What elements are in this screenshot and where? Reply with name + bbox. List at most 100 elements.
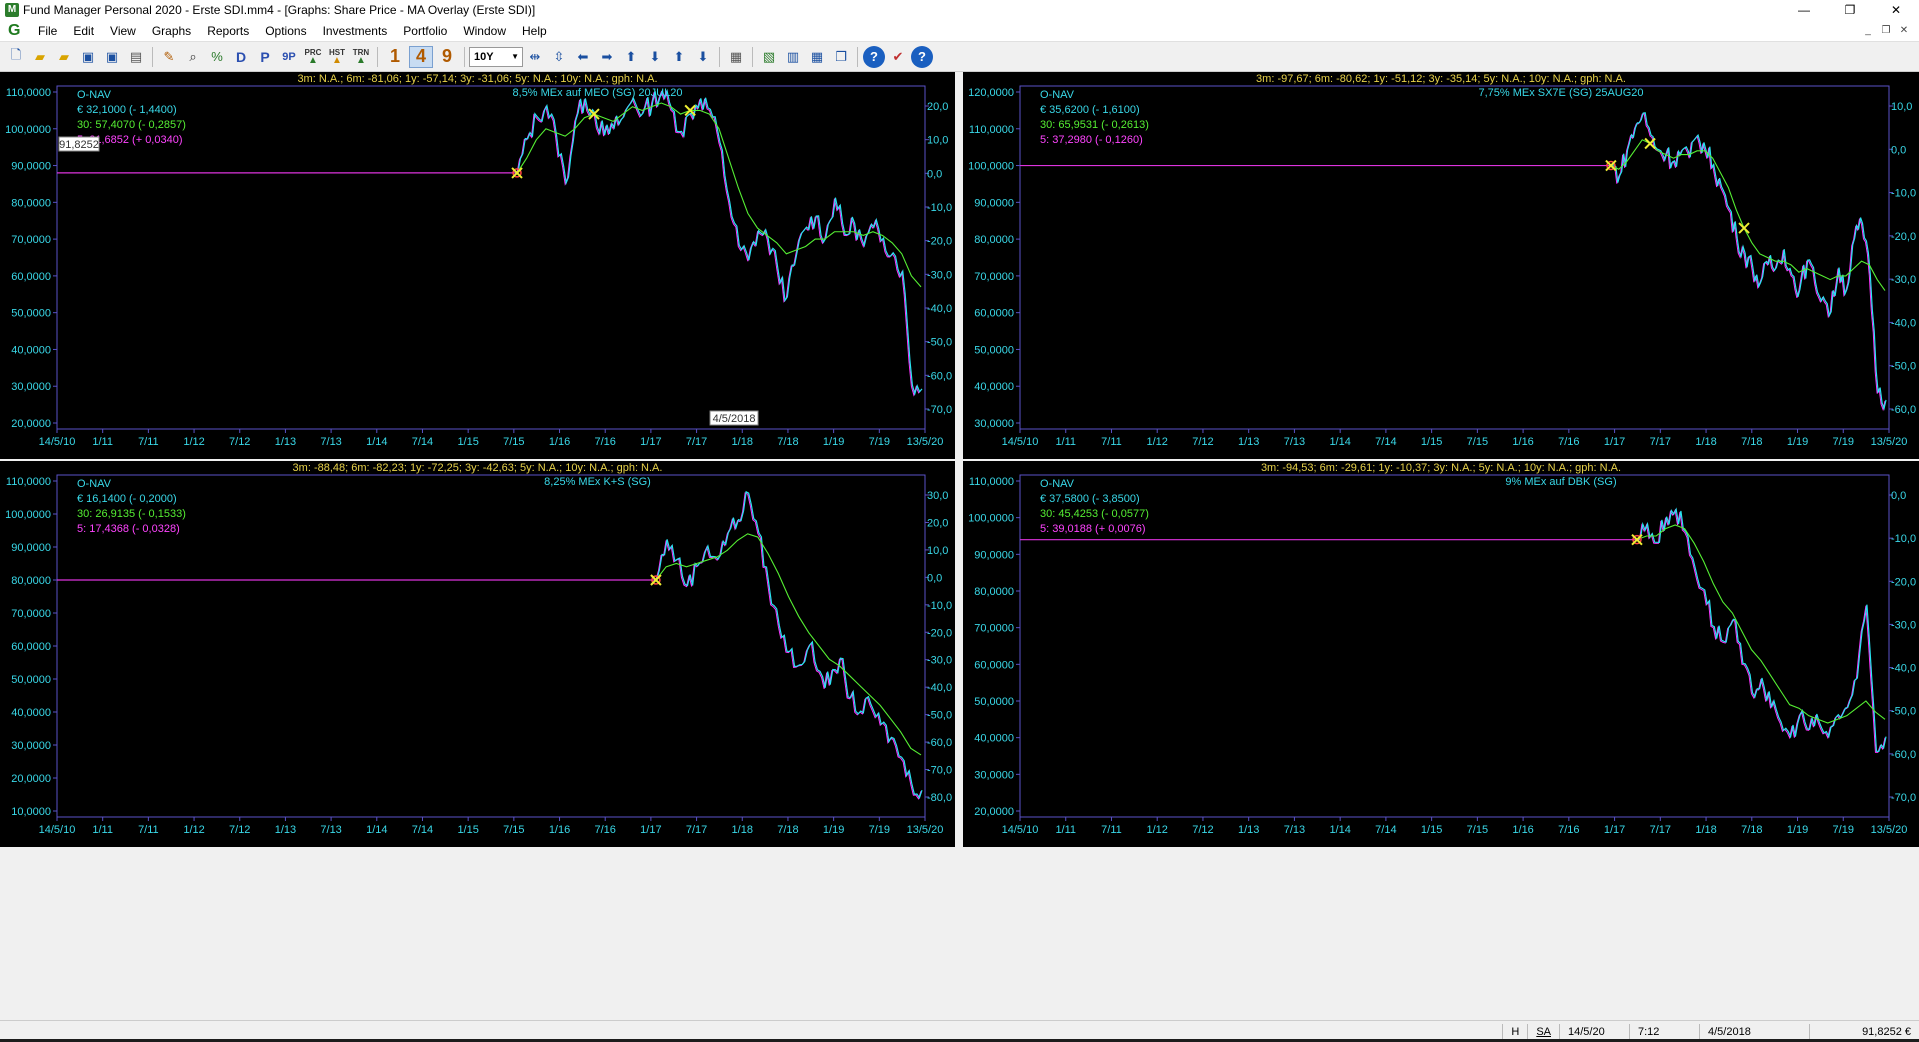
menu-bar: G File Edit View Graphs Reports Options … (0, 20, 1919, 42)
calculator-icon[interactable]: ▦ (725, 46, 747, 68)
arrow-down-alt-icon[interactable]: ⬇ (692, 46, 714, 68)
expand-vertical-icon[interactable]: ⇳ (548, 46, 570, 68)
spellcheck-icon[interactable]: ✔ (887, 46, 909, 68)
hst-button[interactable]: HST ▲ (326, 46, 348, 68)
left-axis-label: 90,0000 (11, 542, 51, 554)
x-axis-label: 7/12 (229, 436, 250, 448)
x-axis-label: 1/12 (183, 436, 204, 448)
mdi-close-icon[interactable]: ✕ (1895, 20, 1913, 42)
minimize-icon[interactable]: — (1781, 0, 1827, 20)
save-icon[interactable]: ▣ (77, 46, 99, 68)
x-axis-label: 7/19 (1833, 824, 1854, 836)
right-axis-label: 0,0 (1891, 144, 1906, 156)
open-recent-icon[interactable]: ▰ (53, 46, 75, 68)
menu-investments[interactable]: Investments (315, 24, 396, 38)
right-axis-label: -50,0 (1891, 361, 1916, 373)
menu-view[interactable]: View (102, 24, 144, 38)
right-axis-label: -80,0 (927, 792, 952, 804)
x-axis-label: 1/18 (1695, 436, 1716, 448)
legend-entry: 5: 17,4368 (- 0,0328) (77, 523, 180, 535)
mdi-restore-icon[interactable]: ❐ (1877, 20, 1895, 42)
nine-p-button[interactable]: 9P (278, 46, 300, 68)
x-axis-label: 1/14 (366, 436, 387, 448)
mdi-minimize-icon[interactable]: _ (1859, 20, 1877, 42)
right-axis-label: -60,0 (1891, 404, 1916, 416)
search-icon[interactable]: ⌕ (182, 46, 204, 68)
x-axis-label: 1/12 (1146, 824, 1167, 836)
graph-panel-bottom-right[interactable]: 3m: -94,53; 6m: -29,61; 1y: -10,37; 3y: … (963, 461, 1919, 847)
arrow-up-alt-icon[interactable]: ⬆ (668, 46, 690, 68)
left-axis-label: 70,0000 (974, 271, 1014, 283)
left-axis-label: 10,0000 (11, 806, 51, 818)
toolbar-separator (377, 46, 378, 67)
open-folder-icon[interactable]: ▰ (29, 46, 51, 68)
trn-button[interactable]: TRN ▲ (350, 46, 372, 68)
left-axis-label: 20,0000 (11, 773, 51, 785)
right-axis-label: -40,0 (927, 682, 952, 694)
edit-pencil-icon[interactable]: ✎ (158, 46, 180, 68)
x-axis-label: 7/19 (869, 436, 890, 448)
about-icon[interactable]: ? (911, 45, 933, 68)
chart-icon[interactable]: ▧ (758, 46, 780, 68)
left-axis-label: 110,0000 (969, 476, 1014, 488)
menu-portfolio[interactable]: Portfolio (395, 24, 455, 38)
legend-entry: € 35,6200 (- 1,6100) (1040, 104, 1140, 116)
restore-icon[interactable]: ❐ (1827, 0, 1873, 20)
arrow-right-icon[interactable]: ➡ (596, 46, 618, 68)
left-axis-label: 60,0000 (11, 641, 51, 653)
daily-button[interactable]: D (230, 46, 252, 68)
help-icon[interactable]: ? (863, 45, 885, 68)
right-axis-label: 20,0 (927, 517, 948, 529)
menu-reports[interactable]: Reports (199, 24, 257, 38)
x-axis-label: 7/12 (229, 824, 250, 836)
prc-button[interactable]: PRC ▲ (302, 46, 324, 68)
menu-graphs[interactable]: Graphs (144, 24, 199, 38)
left-axis-label: 50,0000 (11, 674, 51, 686)
window-tile-icon[interactable]: ▥ (782, 46, 804, 68)
period-value: 10Y (474, 50, 494, 63)
status-cursor-value: 91,8252 € (1809, 1023, 1919, 1040)
right-axis-label: -30,0 (1891, 274, 1916, 286)
period-select[interactable]: 10Y ▼ (469, 46, 523, 67)
x-axis-label: 7/13 (320, 436, 341, 448)
menu-file[interactable]: File (30, 24, 65, 38)
graph-panel-bottom-left[interactable]: 3m: -88,48; 6m: -82,23; 1y: -72,25; 3y: … (0, 461, 955, 847)
graph-panel-top-right[interactable]: 3m: -97,67; 6m: -80,62; 1y: -51,12; 3y: … (963, 72, 1919, 459)
x-axis-label: 1/18 (732, 824, 753, 836)
x-axis-label: 1/17 (1604, 824, 1625, 836)
right-axis-label: 10,0 (1891, 101, 1912, 113)
print-icon[interactable]: ▤ (125, 46, 147, 68)
graph-canvas: 3m: -88,48; 6m: -82,23; 1y: -72,25; 3y: … (5, 462, 952, 836)
expand-horizontal-icon[interactable]: ⇹ (524, 46, 546, 68)
price-button[interactable]: P (254, 46, 276, 68)
x-axis-label: 7/16 (594, 436, 615, 448)
arrow-up-icon[interactable]: ⬆ (620, 46, 642, 68)
percent-icon[interactable]: % (206, 46, 228, 68)
left-axis-label: 110,0000 (969, 124, 1014, 136)
close-icon[interactable]: ✕ (1873, 0, 1919, 20)
arrow-down-icon[interactable]: ⬇ (644, 46, 666, 68)
x-axis-label: 7/12 (1192, 824, 1213, 836)
x-axis-label: 7/13 (1284, 824, 1305, 836)
status-sa[interactable]: SA (1527, 1023, 1559, 1040)
x-axis-label: 1/19 (823, 824, 844, 836)
x-axis-label: 7/11 (1101, 824, 1122, 836)
arrow-left-icon[interactable]: ⬅ (572, 46, 594, 68)
left-axis-label: 110,0000 (6, 476, 51, 488)
window-grid-icon[interactable]: ▦ (806, 46, 828, 68)
nine-graphs-button[interactable]: 9 (435, 46, 459, 68)
plot-frame (1019, 85, 1890, 430)
one-graph-button[interactable]: 1 (383, 46, 407, 68)
new-file-icon[interactable]: 🗋 (5, 46, 27, 68)
x-axis-label: 7/14 (1375, 824, 1396, 836)
window-cascade-icon[interactable]: ❐ (830, 46, 852, 68)
price-line (656, 490, 923, 800)
graph-panel-top-left[interactable]: 3m: N.A.; 6m: -81,06; 1y: -57,14; 3y: -3… (0, 72, 955, 459)
four-graphs-button[interactable]: 4 (409, 45, 433, 68)
menu-edit[interactable]: Edit (65, 24, 102, 38)
menu-window[interactable]: Window (455, 24, 514, 38)
status-bar: H SA 14/5/20 7:12 4/5/2018 91,8252 € (0, 1020, 1919, 1042)
menu-options[interactable]: Options (257, 24, 314, 38)
menu-help[interactable]: Help (514, 24, 555, 38)
save-all-icon[interactable]: ▣ (101, 46, 123, 68)
